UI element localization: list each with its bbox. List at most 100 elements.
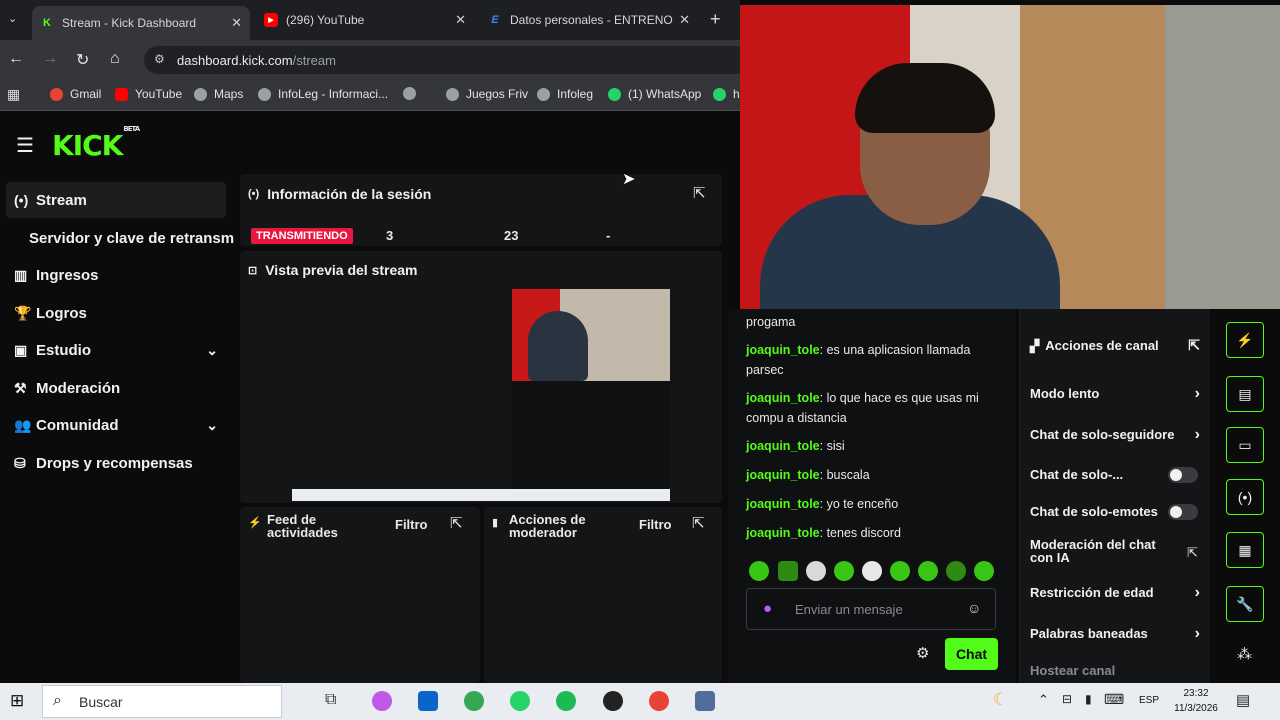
action-hostear-canal[interactable]: Hostear canal [1030,663,1208,678]
emote-icon[interactable] [946,561,966,581]
bookmark-infoleg-2[interactable]: Infoleg [537,87,593,101]
broadcast-icon[interactable]: (•) [1226,479,1264,515]
nav-comunidad[interactable]: 👥 Comunidad ⌄ [6,407,226,443]
obs-icon[interactable] [603,691,623,711]
chat-message-input[interactable]: ● Enviar un mensaje ☺ [746,588,996,630]
emote-icon[interactable] [890,561,910,581]
emote-icon[interactable] [834,561,854,581]
live-status-badge: TRANSMITIENDO [251,228,353,244]
external-link-icon[interactable]: ⇱ [1187,545,1198,561]
chrome-icon[interactable] [464,691,484,711]
kick-logo[interactable]: KICKBETA [52,125,140,162]
close-tab-icon[interactable]: ✕ [455,12,466,28]
nav-moderacion[interactable]: ⚒ Moderación [6,370,226,406]
apps-grid-icon[interactable]: ▦ [7,86,20,103]
outlook-icon[interactable] [418,691,438,711]
chat-username[interactable]: joaquin_tole [746,439,820,453]
close-tab-icon[interactable]: ✕ [231,15,242,31]
nav-ingresos[interactable]: ▥ Ingresos [6,257,226,293]
lightning-icon[interactable]: ⚡ [1226,322,1264,358]
action-solo-emotes[interactable]: Chat de solo-emotes [1030,503,1208,520]
app-icon[interactable] [695,691,715,711]
document-icon[interactable]: ▤ [1226,376,1264,412]
bookmark-truncated[interactable]: h [713,87,740,101]
chrome-active-icon[interactable] [649,691,669,711]
emote-icon[interactable] [862,561,882,581]
emote-icon[interactable] [974,561,994,581]
site-info-icon[interactable]: ⚙ [154,52,165,66]
bookmark-youtube[interactable]: YouTube [115,87,182,101]
popout-icon[interactable]: ⇱ [693,184,706,202]
tab-entreno[interactable]: E Datos personales - ENTRENO ✕ [480,6,698,34]
bookmark-infoleg[interactable]: InfoLeg - Informaci... [258,87,388,101]
tab-title: Stream - Kick Dashboard [62,16,197,30]
emote-icon[interactable] [806,561,826,581]
bookmark-untitled[interactable] [403,87,423,100]
action-modo-lento[interactable]: Modo lento › [1030,385,1208,402]
task-view-icon[interactable]: ⧉ [325,691,336,709]
reload-icon[interactable]: ↻ [76,50,89,70]
language-indicator[interactable]: ESP [1139,695,1159,706]
url-bar[interactable]: ⚙ dashboard.kick.com/stream [144,46,740,74]
forward-icon[interactable]: → [42,50,58,68]
copilot-icon[interactable] [372,691,392,711]
chat-settings-gear-icon[interactable]: ⚙ [916,644,929,662]
chat-username[interactable]: joaquin_tole [746,343,820,357]
popout-icon[interactable]: ⇱ [692,514,705,532]
emote-icon[interactable] [778,561,798,581]
toggle-switch[interactable] [1168,503,1198,520]
close-tab-icon[interactable]: ✕ [679,12,690,28]
popout-icon[interactable]: ⇱ [450,514,463,532]
bookmark-whatsapp[interactable]: (1) WhatsApp [608,87,701,101]
chat-bubble-icon[interactable]: ▭ [1226,427,1264,463]
chat-username[interactable]: joaquin_tole [746,391,820,405]
back-icon[interactable]: ← [8,50,24,68]
toggle-switch[interactable] [1168,466,1198,483]
bookmark-gmail[interactable]: Gmail [50,87,101,101]
stream-preview-video[interactable] [292,289,670,501]
nav-servidor-clave[interactable]: Servidor y clave de retransm [29,220,239,256]
nav-estudio[interactable]: ▣ Estudio ⌄ [6,332,226,368]
whatsapp-icon[interactable] [510,691,530,711]
clock[interactable]: 23:32 11/3/2026 [1172,686,1220,716]
tray-chevron-icon[interactable]: ⌃ [1038,692,1049,708]
bookmark-maps[interactable]: Maps [194,87,243,101]
nav-logros[interactable]: 🏆 Logros [6,295,226,331]
emote-icon[interactable] [749,561,769,581]
microphone-icon[interactable]: ● [763,600,772,617]
windows-start-icon[interactable]: ⊞ [10,691,24,711]
network-icon[interactable]: ⊟ [1062,692,1072,706]
keyboard-icon[interactable]: ⌨ [1104,691,1124,708]
nav-drops[interactable]: ⛁ Drops y recompensas [6,445,226,481]
emote-icon[interactable] [918,561,938,581]
action-solo-subs[interactable]: Chat de solo-... [1030,466,1208,483]
menu-icon[interactable]: ☰ [16,133,34,158]
tab-youtube[interactable]: ▶ (296) YouTube ✕ [256,6,474,34]
taskbar-search-input[interactable]: ⌕ Buscar [42,685,282,718]
chat-send-button[interactable]: Chat [945,638,998,670]
microphone-icon[interactable]: ▮ [1085,692,1092,706]
nodes-icon[interactable]: ⁂ [1237,645,1252,663]
nav-stream[interactable]: (•) Stream [6,182,226,218]
action-moderacion-ia[interactable]: Moderación del chat con IA [1030,538,1180,564]
tab-list-dropdown-icon[interactable]: ⌄ [8,12,17,25]
action-palabras-baneadas[interactable]: Palabras baneadas › [1030,625,1208,642]
popout-icon[interactable]: ⇱ [1188,337,1200,354]
chat-username[interactable]: joaquin_tole [746,497,820,511]
layout-icon[interactable]: ▦ [1226,532,1264,568]
chat-username[interactable]: joaquin_tole [746,526,820,540]
weather-moon-icon[interactable]: ☾ [993,690,1008,710]
chat-username[interactable]: joaquin_tole [746,468,820,482]
home-icon[interactable]: ⌂ [110,50,120,68]
tab-kick-dashboard[interactable]: K Stream - Kick Dashboard ✕ [32,6,250,40]
new-tab-icon[interactable]: + [710,9,721,30]
mod-filter-button[interactable]: Filtro [639,517,672,532]
emoji-icon[interactable]: ☺ [967,600,981,616]
bookmark-juegos-friv[interactable]: Juegos Friv [446,87,528,101]
action-solo-seguidores[interactable]: Chat de solo-seguidore › [1030,426,1208,443]
feed-filter-button[interactable]: Filtro [395,517,428,532]
spotify-icon[interactable] [556,691,576,711]
notifications-icon[interactable]: ▤ [1236,691,1250,709]
wrench-icon[interactable]: 🔧 [1226,586,1264,622]
action-restriccion-edad[interactable]: Restricción de edad › [1030,584,1208,601]
